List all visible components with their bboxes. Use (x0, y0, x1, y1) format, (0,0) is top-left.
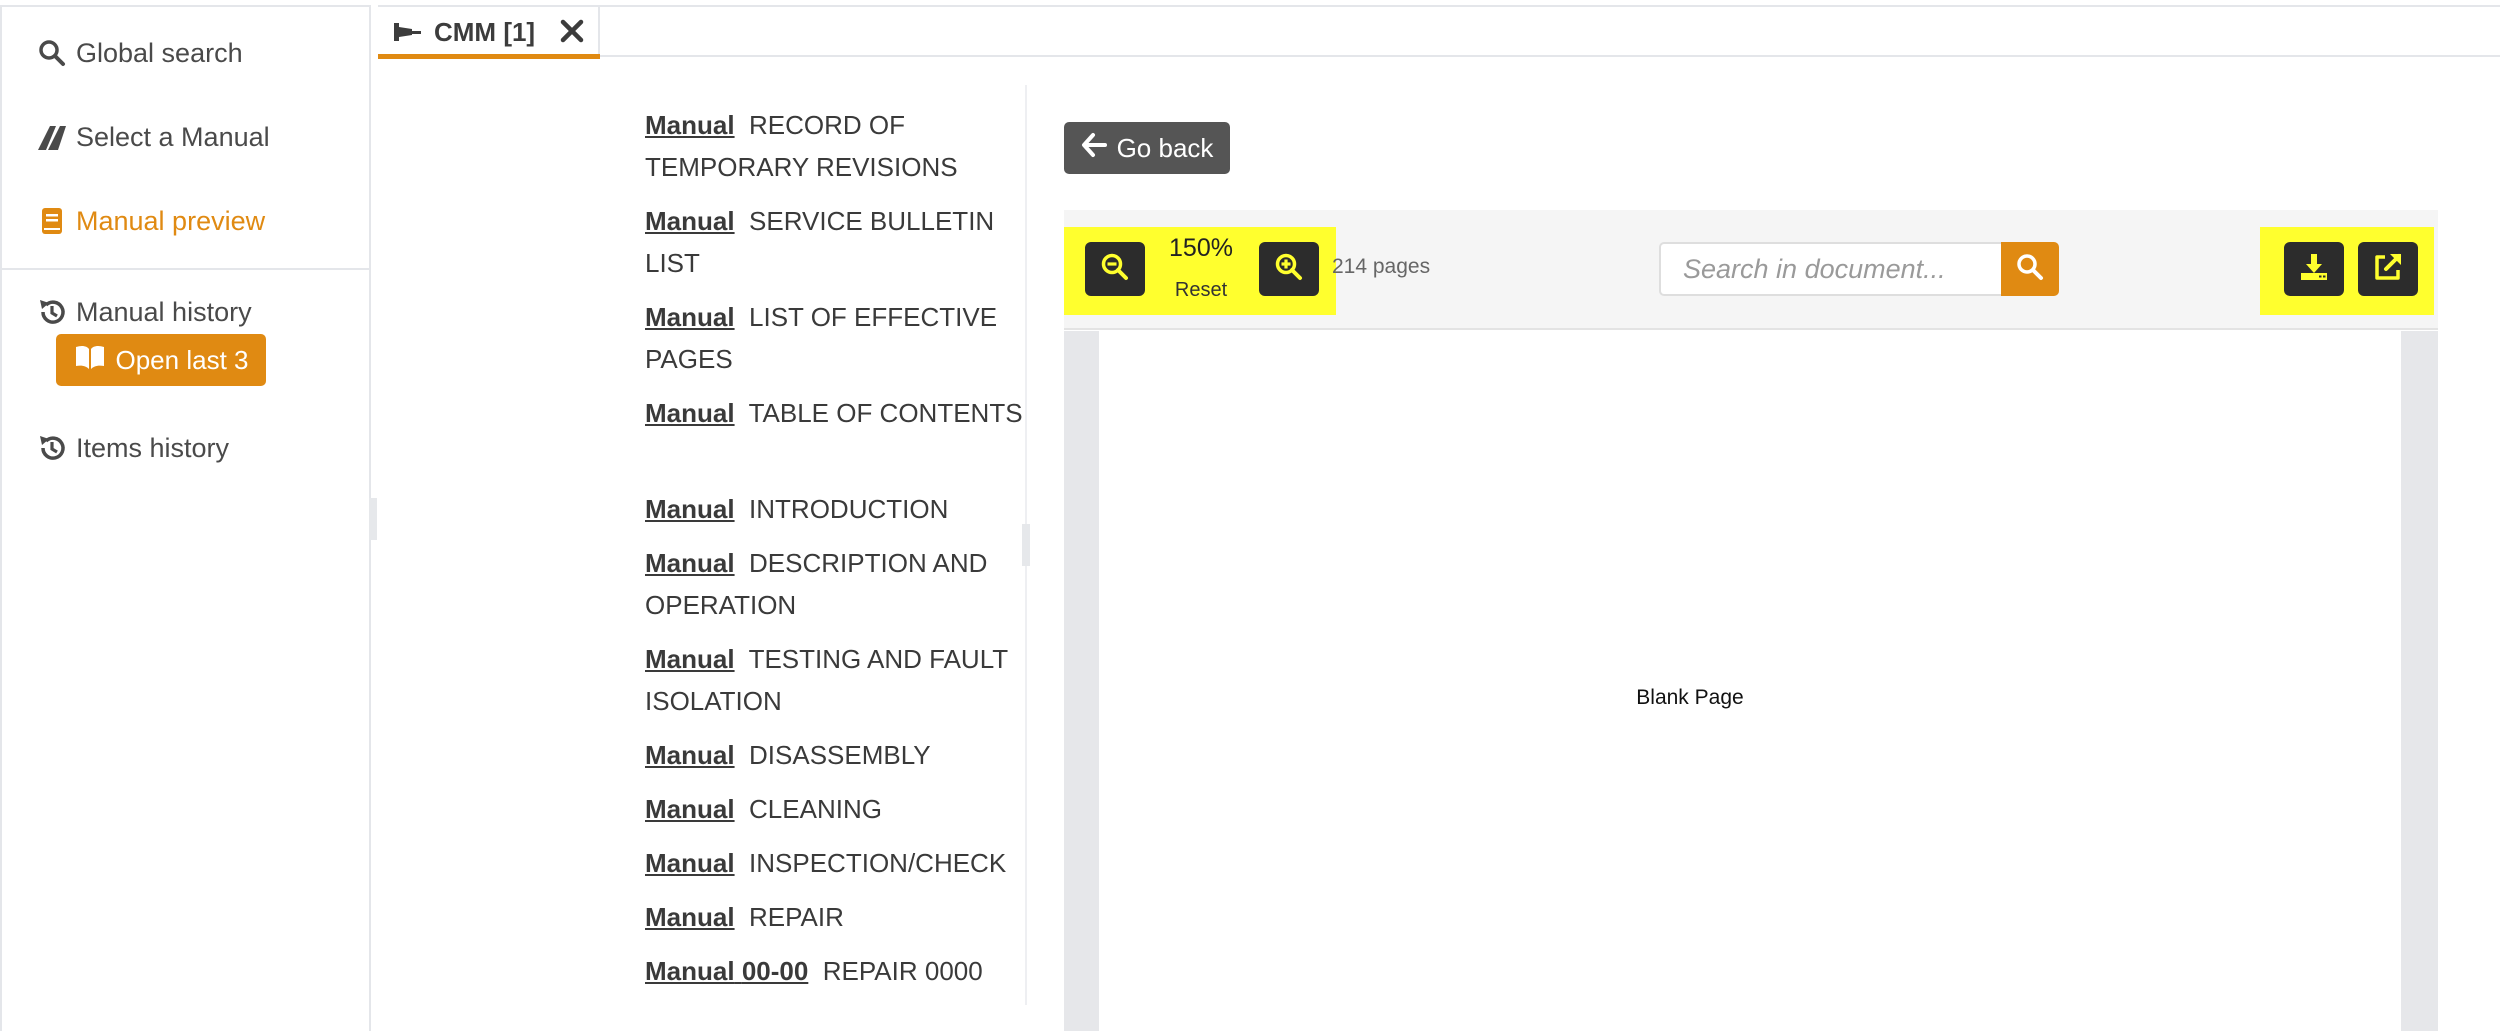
search-icon (2016, 253, 2044, 286)
toc-resize-handle[interactable] (1022, 524, 1030, 566)
sidebar: Global search Select a Manual Manual pre… (0, 5, 371, 1031)
nav-manual-history-label: Manual history (76, 296, 252, 327)
toc-item-title: REPAIR (749, 902, 844, 932)
external-link-icon (2372, 251, 2404, 288)
history-icon (36, 432, 68, 464)
go-back-button[interactable]: Go back (1064, 122, 1230, 174)
zoom-in-button[interactable] (1259, 242, 1319, 296)
zoom-in-icon (1274, 252, 1304, 287)
open-book-icon (74, 344, 106, 377)
toc-item[interactable]: Manual LIST OF EFFECTIVE PAGES (645, 296, 1025, 380)
toc-item[interactable]: Manual INSPECTION/CHECK (645, 842, 1025, 884)
zoom-reset-button[interactable]: Reset (1166, 279, 1236, 302)
nav-global-search[interactable]: Global search (36, 37, 243, 69)
toc-item-title: INTRODUCTION (749, 494, 949, 524)
toc-item-keyword[interactable]: Manual 00-00 (645, 956, 808, 986)
toc-item-title: REPAIR 0000 (822, 956, 983, 986)
toc-item-keyword[interactable]: Manual (645, 302, 735, 332)
toc-item-keyword[interactable]: Manual (645, 110, 735, 140)
tab-bar: CMM [1] (378, 5, 2500, 59)
go-back-label: Go back (1116, 132, 1214, 163)
arrow-left-icon (1081, 132, 1107, 165)
toc-item-keyword[interactable]: Manual (645, 740, 735, 770)
tab-cmm[interactable]: CMM [1] (378, 7, 600, 59)
tab-label: CMM [1] (434, 16, 536, 47)
toc-item-title: INSPECTION/CHECK (749, 848, 1007, 878)
open-external-button[interactable] (2358, 242, 2418, 296)
toc-item-code: 00-00 (741, 956, 809, 986)
toc-item-keyword[interactable]: Manual (645, 902, 735, 932)
nav-manual-history[interactable]: Manual history (36, 296, 252, 328)
download-button[interactable] (2284, 242, 2344, 296)
zoom-out-icon (1100, 252, 1130, 287)
toc-item[interactable]: Manual SERVICE BULLETIN LIST (645, 200, 1025, 284)
toc-item[interactable]: Manual 00-00 REPAIR 0000 (645, 950, 1025, 992)
toc-item-keyword[interactable]: Manual (645, 794, 735, 824)
book-icon (36, 205, 68, 237)
toc-item[interactable]: Manual TABLE OF CONTENTS (645, 392, 1025, 434)
nav-manual-preview-label: Manual preview (76, 205, 266, 236)
download-icon (2298, 251, 2330, 288)
search-icon (36, 37, 68, 69)
document-search-input[interactable] (1659, 242, 2001, 296)
toc-item[interactable]: Manual DISASSEMBLY (645, 734, 1025, 776)
toc-item-keyword[interactable]: Manual (645, 644, 735, 674)
nav-select-manual[interactable]: Select a Manual (36, 121, 270, 153)
nav-select-manual-label: Select a Manual (76, 121, 270, 152)
toc-item-keyword[interactable]: Manual (645, 848, 735, 878)
close-icon[interactable] (558, 17, 586, 45)
toc-item[interactable]: Manual TESTING AND FAULT ISOLATION (645, 638, 1025, 722)
toc-item-keyword-text: Manual (645, 956, 735, 986)
toc-item-title: CLEANING (749, 794, 882, 824)
sidebar-divider (2, 268, 371, 270)
plane-icon (36, 121, 68, 153)
toc-item-keyword[interactable]: Manual (645, 206, 735, 236)
document-page (1099, 331, 2401, 1031)
nav-items-history-label: Items history (76, 432, 230, 463)
toc-item[interactable]: Manual INTRODUCTION (645, 488, 1025, 530)
open-last-label: Open last 3 (115, 344, 249, 375)
toc-item[interactable]: Manual DESCRIPTION AND OPERATION (645, 542, 1025, 626)
toc-item-keyword[interactable]: Manual (645, 398, 735, 428)
open-last-button[interactable]: Open last 3 (56, 334, 266, 386)
sidebar-resize-handle[interactable] (369, 498, 377, 540)
toc-item-keyword[interactable]: Manual (645, 548, 735, 578)
nav-manual-preview[interactable]: Manual preview (36, 205, 265, 237)
page-count: 214 pages (1332, 255, 1431, 278)
page-text: Blank Page (1636, 686, 1744, 709)
zoom-level: 150% (1169, 234, 1233, 262)
toc-item[interactable]: Manual CLEANING (645, 788, 1025, 830)
nav-items-history[interactable]: Items history (36, 432, 229, 464)
zoom-out-button[interactable] (1085, 242, 1145, 296)
nav-global-search-label: Global search (76, 37, 243, 68)
toc-item-title: DISASSEMBLY (749, 740, 931, 770)
toc-item-title: TABLE OF CONTENTS (748, 398, 1023, 428)
toc-item[interactable]: Manual REPAIR (645, 896, 1025, 938)
toc-item-keyword[interactable]: Manual (645, 494, 735, 524)
history-icon (36, 296, 68, 328)
document-search-button[interactable] (2001, 242, 2059, 296)
toc-item[interactable]: Manual RECORD OF TEMPORARY REVISIONS (645, 104, 1025, 188)
pin-icon[interactable] (392, 18, 422, 46)
